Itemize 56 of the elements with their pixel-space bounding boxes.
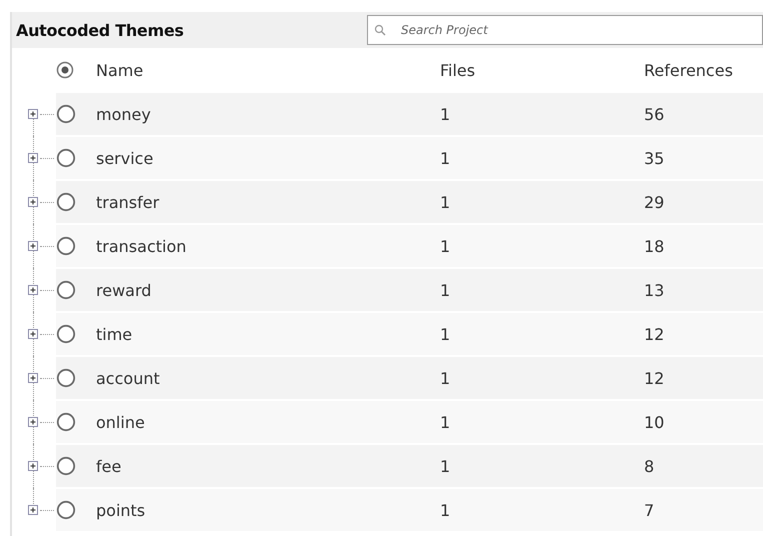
references-count: 7 [644,489,763,531]
references-count: 12 [644,357,763,399]
files-count: 1 [440,269,644,311]
references-count: 29 [644,181,763,223]
theme-name: online [96,401,440,443]
panel-title: Autocoded Themes [15,20,185,40]
references-count: 35 [644,137,763,179]
files-count: 1 [440,489,644,531]
theme-name: service [96,137,440,179]
files-count: 1 [440,181,644,223]
theme-name: transaction [96,225,440,267]
radio-button[interactable] [56,324,76,344]
references-count: 8 [644,445,763,487]
expand-icon[interactable] [28,197,38,207]
radio-button[interactable] [56,412,76,432]
theme-name: time [96,313,440,355]
files-count: 1 [440,313,644,355]
theme-name: money [96,93,440,135]
column-header[interactable]: Files [440,60,644,80]
expand-icon[interactable] [28,109,38,119]
search-field[interactable]: Search Project [367,15,763,45]
theme-name: account [96,357,440,399]
column-header[interactable]: References [644,60,763,80]
references-count: 13 [644,269,763,311]
references-count: 12 [644,313,763,355]
files-count: 1 [440,357,644,399]
radio-button[interactable] [56,368,76,388]
expand-icon[interactable] [28,285,38,295]
expand-icon[interactable] [28,461,38,471]
radio-button[interactable] [56,192,76,212]
references-count: 10 [644,401,763,443]
references-count: 18 [644,225,763,267]
radio-button[interactable] [56,236,76,256]
radio-button[interactable] [56,500,76,520]
select-all-radio[interactable] [56,61,74,79]
theme-name: reward [96,269,440,311]
expand-icon[interactable] [28,505,38,515]
radio-button[interactable] [56,148,76,168]
files-count: 1 [440,137,644,179]
files-count: 1 [440,445,644,487]
expand-icon[interactable] [28,329,38,339]
theme-name: points [96,489,440,531]
files-count: 1 [440,401,644,443]
expand-icon[interactable] [28,417,38,427]
expand-icon[interactable] [28,241,38,251]
files-count: 1 [440,93,644,135]
files-count: 1 [440,225,644,267]
theme-name: fee [96,445,440,487]
theme-name: transfer [96,181,440,223]
expand-icon[interactable] [28,373,38,383]
column-header[interactable]: Name [96,60,440,80]
radio-button[interactable] [56,104,76,124]
radio-button[interactable] [56,456,76,476]
radio-button[interactable] [56,280,76,300]
expand-icon[interactable] [28,153,38,163]
references-count: 56 [644,93,763,135]
